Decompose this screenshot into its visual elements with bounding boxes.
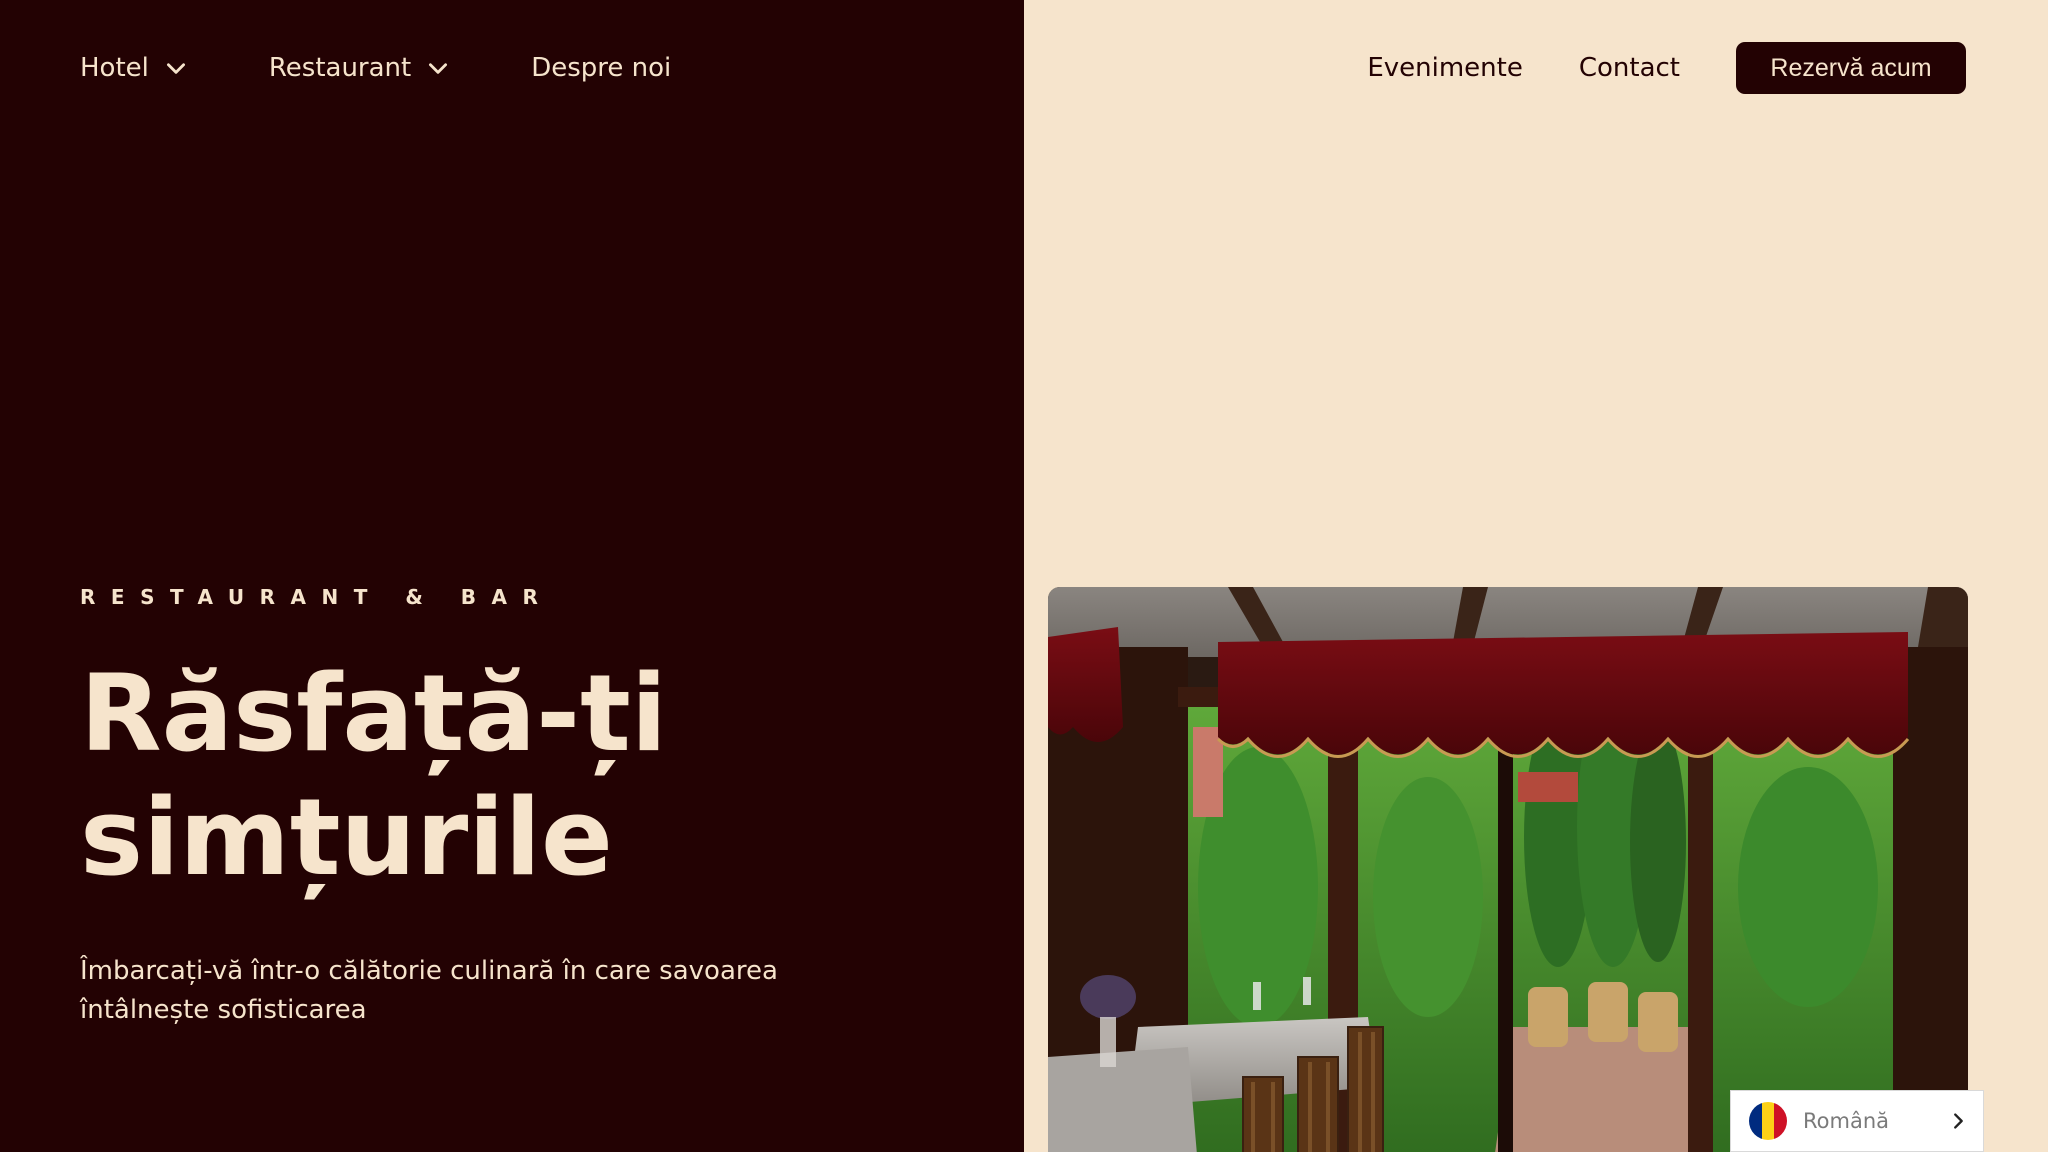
chevron-down-icon	[429, 63, 448, 74]
language-switcher[interactable]: Română	[1730, 1090, 1984, 1152]
nav-item-restaurant[interactable]: Restaurant	[269, 53, 451, 83]
hero-title: Răsfață-ți simțurile	[80, 652, 668, 899]
romania-flag-icon	[1749, 1102, 1787, 1140]
book-now-button[interactable]: Rezervă acum	[1736, 42, 1966, 94]
nav-item-hotel[interactable]: Hotel	[80, 53, 189, 83]
chevron-right-icon	[1954, 1113, 1963, 1129]
chevron-down-icon	[166, 63, 185, 74]
language-label: Română	[1803, 1109, 1889, 1133]
nav-item-despre-noi[interactable]: Despre noi	[531, 53, 671, 83]
hero-eyebrow: RESTAURANT & BAR	[80, 585, 554, 609]
nav-item-label: Restaurant	[268, 53, 412, 83]
nav-item-contact[interactable]: Contact	[1579, 53, 1680, 83]
nav-item-label: Despre noi	[531, 53, 672, 83]
restaurant-terrace-photo	[1048, 587, 1968, 1152]
nav-item-evenimente[interactable]: Evenimente	[1367, 53, 1523, 83]
secondary-nav: Evenimente Contact Rezervă acum	[1367, 42, 1966, 94]
primary-nav: Hotel Restaurant Despre noi	[80, 48, 671, 88]
nav-item-label: Hotel	[80, 53, 149, 83]
hero-subtitle: Îmbarcați-vă într-o călătorie culinară î…	[80, 956, 778, 1025]
